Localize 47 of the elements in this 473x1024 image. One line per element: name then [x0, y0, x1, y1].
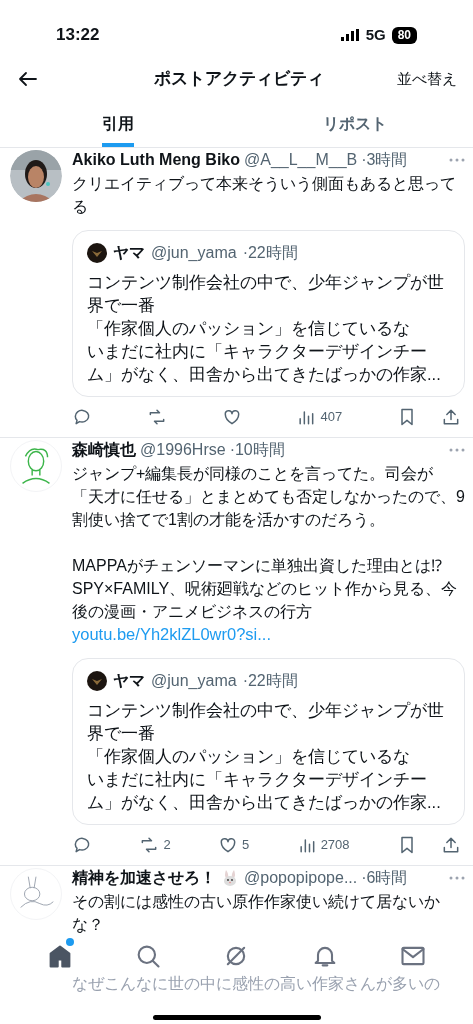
author-handle: @1996Hrse	[140, 440, 226, 460]
post-time: ·6時間	[361, 868, 408, 888]
post-text: MAPPAがチェンソーマンに単独出資した理由とは⁉ SPY×FAMILY、呪術廻戦などのヒット作から見る、今後の漫画・アニメビジネスの行方	[72, 556, 459, 622]
post-time: ·3時間	[361, 150, 408, 170]
author-name: 森崎慎也	[72, 440, 136, 460]
quoted-post-text: 「作家個人のパッション」を信じているな	[87, 746, 411, 767]
page-title: ポストアクティビティ	[153, 68, 324, 91]
quoted-post[interactable]: ヤマ @jun_yama ·22時間 コンテンツ制作会社の中で、少年ジャンプが世界で一番 「作家個人のパッション」を信じているな いまだに社内に「キャラクターデザインチーム」がなく、田舎から出てきたばっかの作家...	[72, 658, 465, 825]
post-text: その割には感性の古い原作作家使い続けて居ないかな？	[72, 892, 441, 935]
reply-icon[interactable]	[72, 407, 92, 427]
reply-icon[interactable]	[72, 835, 92, 855]
sort-button[interactable]: 並べ替え	[397, 67, 457, 91]
avatar-icon	[87, 243, 107, 263]
view-count: 2708	[320, 836, 350, 855]
quoted-author-name: ヤマ	[113, 243, 145, 263]
quoted-post-text: コンテンツ制作会社の中で、少年ジャンプが世界で一番	[87, 272, 445, 316]
view-count: 407	[320, 408, 343, 427]
author-handle: @popopipope...	[244, 868, 358, 888]
heart-icon[interactable]	[218, 835, 238, 855]
quoted-post-text: いまだに社内に「キャラクターデザインチーム」がなく、田舎から出てきたばっかの作家...	[87, 769, 442, 813]
quoted-post-time: ·22時間	[242, 243, 298, 263]
avatar-drawing	[10, 440, 62, 492]
author-name: 精神を加速させろ！	[72, 868, 216, 888]
tab[interactable]: 引用	[102, 104, 135, 147]
signal-icon	[339, 29, 360, 41]
status-time: 13:22	[56, 24, 100, 47]
avatar-icon	[87, 671, 107, 691]
quoted-post-text: 「作家個人のパッション」を信じているな	[87, 318, 411, 339]
quoted-author-handle: @jun_yama	[151, 671, 237, 691]
quoted-post-time: ·22時間	[242, 671, 298, 691]
like-count: 5	[242, 836, 250, 855]
quoted-post-text: コンテンツ制作会社の中で、少年ジャンプが世界で一番	[87, 700, 445, 744]
quoted-post[interactable]: ヤマ @jun_yama ·22時間 コンテンツ制作会社の中で、少年ジャンプが世界で一番 「作家個人のパッション」を信じているな いまだに社内に「キャラクターデザインチーム」がなく、田舎から出てきたばっかの作家...	[72, 230, 465, 397]
quoted-post-text: いまだに社内に「キャラクターデザインチーム」がなく、田舎から出てきたばっかの作家...	[87, 341, 442, 385]
post-text: なぜこんなに世の中に感性の高い作家さんが多いの	[72, 974, 441, 994]
quoted-author-handle: @jun_yama	[151, 243, 237, 263]
tab[interactable]: リポスト	[322, 104, 387, 147]
author-handle: @A__L__M__B	[244, 150, 358, 170]
post-time: ·10時間	[229, 440, 285, 460]
avatar-drawing	[10, 868, 62, 920]
quoted-author-name: ヤマ	[113, 671, 145, 691]
post-text: クリエイティブって本来そういう側面もあると思ってる	[72, 174, 457, 217]
post-text: ジャンプ+編集長が同様のことを言ってた。司会が「天才に任せる」とまとめても否定しなかったので、9割使い捨てで1割の才能を活かすのだろう。	[72, 464, 465, 530]
battery-level: 80	[391, 26, 417, 44]
repost-count: 2	[163, 836, 171, 855]
network-label: 5G	[365, 24, 386, 45]
author-name: Akiko Luth Meng Biko	[72, 150, 240, 170]
